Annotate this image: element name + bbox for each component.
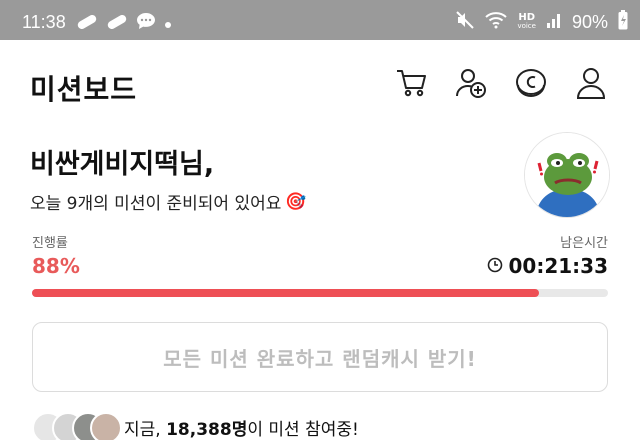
signal-icon (546, 11, 562, 33)
wifi-icon (485, 11, 508, 33)
participants-count-text: 지금, 18,388명이 미션 참여중! (124, 415, 359, 440)
pill-icon (106, 14, 128, 33)
system-icons: HD voice 90% (455, 10, 628, 34)
participants-prefix: 지금, (124, 419, 167, 440)
clock-icon (487, 254, 503, 278)
progress-bar-fill (32, 289, 539, 297)
cart-icon[interactable] (394, 66, 428, 100)
user-greeting-name: 비싼게비지떡님, (30, 149, 215, 180)
participants-suffix: 이 미션 참여중! (247, 419, 359, 440)
mission-count-text: 오늘 9개의 미션이 준비되어 있어요 (30, 194, 282, 214)
app-header: 미션보드 (0, 40, 640, 130)
dot-icon (164, 14, 172, 33)
pill-icon (76, 14, 98, 33)
cash-coin-icon[interactable] (514, 66, 548, 100)
chat-bubble-icon (136, 12, 156, 34)
claim-random-cash-button[interactable]: 모든 미션 완료하고 랜덤캐시 받기! (32, 322, 608, 392)
greeting-subtitle: 오늘 9개의 미션이 준비되어 있어요 🎯 (30, 189, 307, 215)
progress-label: 진행률 (32, 236, 68, 251)
progress-bar (32, 289, 608, 297)
frog-avatar-image (525, 133, 609, 217)
greeting: 비싼게비지떡님, 오늘 9개의 미션이 준비되어 있어요 🎯 (30, 142, 307, 214)
participant-avatar (90, 412, 122, 440)
status-bar: 11:38 HD voice 90% (0, 0, 640, 40)
notification-icons (76, 12, 172, 34)
hd-voice-icon: HD voice (517, 13, 536, 31)
remaining-time-label: 남은시간 (560, 236, 608, 251)
status-time: 11:38 (22, 12, 66, 32)
target-emoji: 🎯 (285, 191, 307, 212)
mute-icon (455, 10, 475, 34)
header-actions (394, 66, 608, 100)
profile-icon[interactable] (574, 66, 608, 100)
participants-count: 18,388명 (166, 419, 248, 440)
battery-percent: 90% (571, 11, 608, 32)
participants-row: 지금, 18,388명이 미션 참여중! (32, 410, 359, 440)
progress-value: 88% (32, 254, 80, 278)
page-title: 미션보드 (30, 73, 138, 106)
add-friend-icon[interactable] (454, 66, 488, 100)
participant-avatars (32, 410, 124, 440)
hd-sub-label: voice (517, 22, 536, 30)
avatar[interactable] (524, 132, 610, 218)
battery-icon (618, 10, 628, 34)
remaining-time: 00:21:33 (487, 254, 609, 278)
remaining-time-value: 00:21:33 (508, 254, 609, 278)
